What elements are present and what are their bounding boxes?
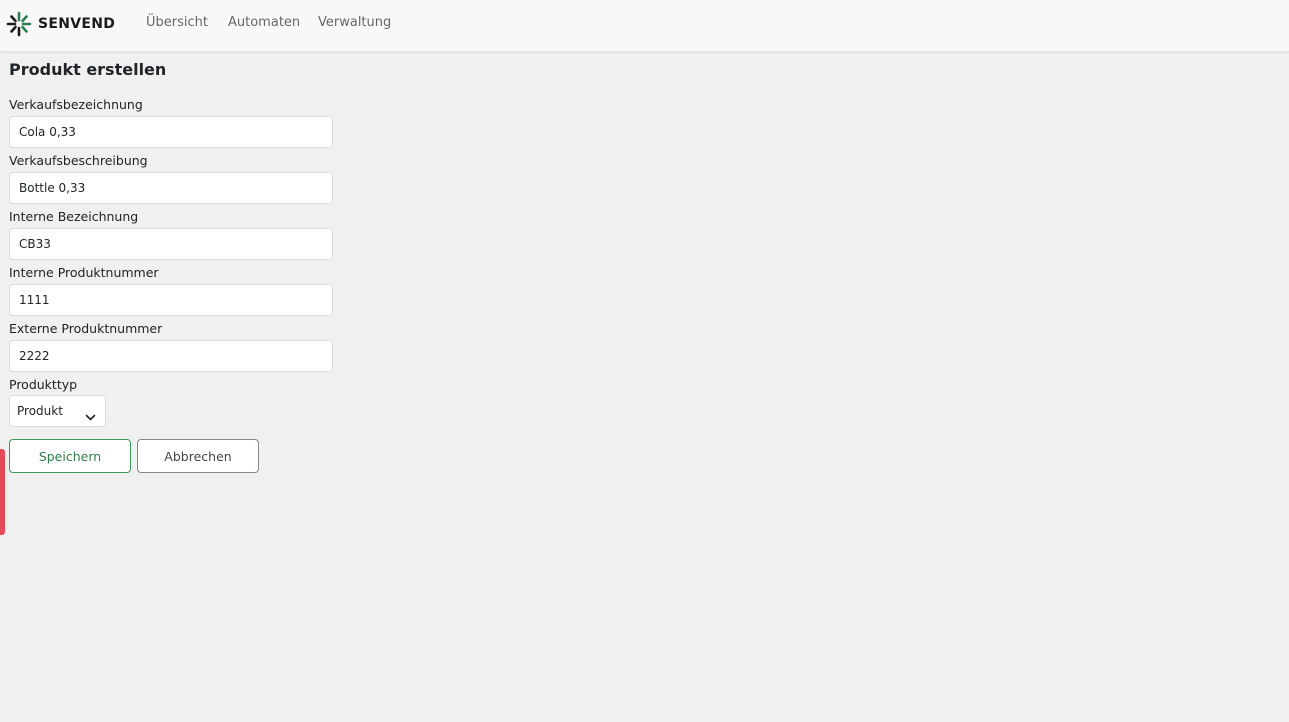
nav-link-uebersicht[interactable]: Übersicht <box>146 15 208 30</box>
interne-produktnummer-input[interactable] <box>9 284 333 316</box>
top-navbar: SENVEND Übersicht Automaten Verwaltung <box>0 0 1289 52</box>
brand-name: SENVEND <box>38 16 116 32</box>
senvend-logo-icon <box>6 11 32 37</box>
verkaufsbezeichnung-label: Verkaufsbezeichnung <box>9 97 143 112</box>
brand-logo-link[interactable]: SENVEND <box>6 11 115 37</box>
cancel-button[interactable]: Abbrechen <box>137 439 259 473</box>
interne-produktnummer-label: Interne Produktnummer <box>9 265 159 280</box>
interne-bezeichnung-label: Interne Bezeichnung <box>9 209 139 224</box>
save-button[interactable]: Speichern <box>9 439 131 473</box>
verkaufsbeschreibung-label: Verkaufsbeschreibung <box>9 153 148 168</box>
nav-link-verwaltung[interactable]: Verwaltung <box>318 15 391 30</box>
externe-produktnummer-label: Externe Produktnummer <box>9 321 163 336</box>
nav-link-automaten[interactable]: Automaten <box>228 15 300 30</box>
side-feedback-tab[interactable] <box>0 449 5 535</box>
chevron-down-icon <box>85 407 96 426</box>
interne-bezeichnung-input[interactable] <box>9 228 333 260</box>
page-title: Produkt erstellen <box>9 60 167 79</box>
externe-produktnummer-input[interactable] <box>9 340 333 372</box>
verkaufsbeschreibung-input[interactable] <box>9 172 333 204</box>
produkttyp-select[interactable]: Produkt <box>9 395 106 427</box>
produkttyp-selected-value: Produkt <box>17 404 63 418</box>
produkttyp-label: Produkttyp <box>9 377 78 392</box>
verkaufsbezeichnung-input[interactable] <box>9 116 333 148</box>
